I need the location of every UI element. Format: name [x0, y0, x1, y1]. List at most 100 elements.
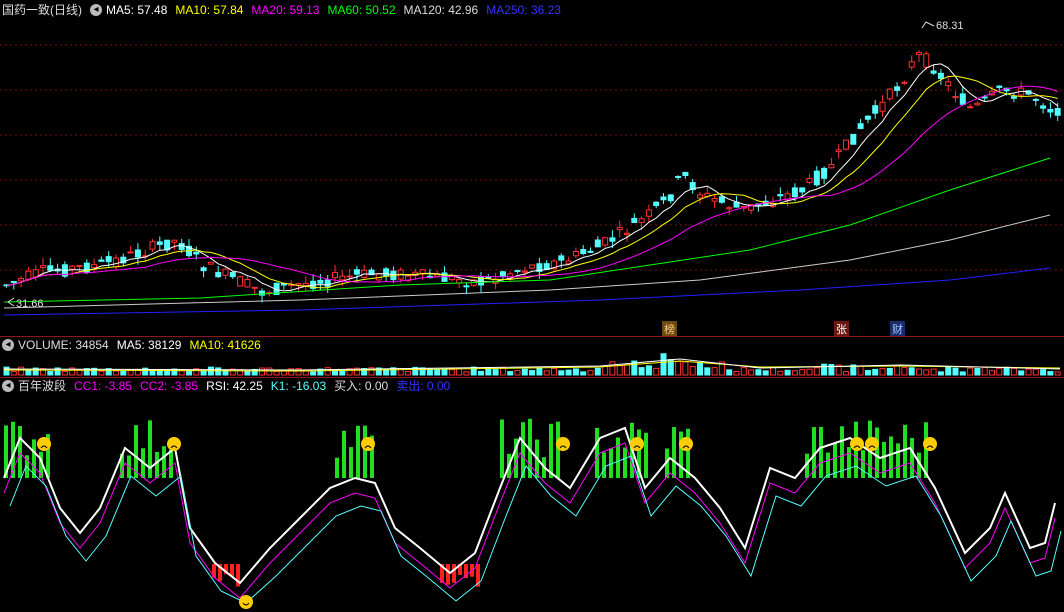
volume-bar [1010, 367, 1017, 376]
candle-body [843, 139, 849, 150]
candle-body [602, 237, 609, 246]
volume-bar [98, 370, 105, 376]
candle-body [872, 105, 879, 114]
volume-bar [616, 365, 623, 376]
volume-bar [448, 369, 455, 376]
signal-bar-green [500, 419, 504, 478]
candle-body [813, 170, 820, 186]
candle-body [945, 81, 952, 86]
signal-bar-green [910, 437, 914, 478]
volume-bar [1003, 366, 1010, 376]
signal-bar-green [342, 430, 346, 478]
candle-body [207, 261, 214, 265]
frown-face-icon [361, 437, 375, 451]
candle-body [1054, 108, 1061, 116]
candle-body [616, 226, 623, 231]
candle-body [193, 251, 200, 255]
volume-bar [61, 370, 68, 376]
volume-bar [434, 369, 441, 376]
volume-bar [894, 364, 901, 376]
volume-bar [755, 369, 762, 376]
event-tag-bang[interactable]: 榜 [662, 321, 677, 337]
candle-body [981, 96, 988, 99]
volume-bar [273, 371, 280, 376]
frown-face-icon [630, 437, 644, 451]
volume-bar [405, 371, 411, 376]
ma250-line [3, 267, 1051, 316]
volume-bar [1018, 370, 1025, 376]
volume-bar [762, 370, 769, 376]
candle-body [791, 187, 798, 198]
volume-bar [543, 370, 550, 376]
volume-bar [463, 371, 470, 376]
candle-body [1032, 98, 1039, 101]
volume-bar [945, 366, 952, 376]
candle-body [682, 171, 689, 176]
candle-body [908, 61, 915, 68]
event-tag-cai[interactable]: 财 [890, 321, 905, 337]
volume-bar [3, 366, 10, 376]
signal-bar-red [446, 564, 450, 585]
candle-body [835, 149, 842, 153]
volume-bar [733, 370, 740, 376]
volume-bar [47, 371, 54, 376]
volume-bar [565, 369, 572, 376]
volume-bar [266, 367, 273, 376]
volume-bar [594, 367, 601, 376]
ma120-line [3, 214, 1051, 309]
event-tag-zhang[interactable]: 张 [834, 321, 849, 337]
candle-body [346, 275, 353, 278]
volume-bar [624, 364, 630, 376]
candle-body [339, 275, 346, 281]
candle-body [200, 267, 207, 272]
signal-bar-green [335, 457, 339, 478]
volume-bar [1032, 368, 1039, 376]
volume-bar [10, 371, 17, 376]
frown-face-icon [679, 437, 693, 451]
volume-bar [1040, 369, 1047, 376]
candle-body [353, 269, 360, 275]
candlestick-chart[interactable] [0, 0, 1064, 336]
volume-bar [536, 367, 543, 376]
volume-bar [1054, 371, 1061, 376]
volume-bar [310, 371, 317, 376]
candle-body [456, 279, 463, 284]
price-pane[interactable]: 国药一致(日线) ◂ MA5: 57.48 MA10: 57.84 MA20: … [0, 0, 1064, 337]
candle-body [1010, 96, 1017, 99]
signal-bar-green [896, 443, 900, 478]
candle-body [91, 264, 98, 268]
volume-bar [324, 367, 331, 376]
volume-bar [580, 371, 587, 376]
volume-bar [156, 370, 163, 376]
candle-body [1040, 105, 1047, 109]
volume-bar [18, 366, 25, 376]
signal-bar-green [356, 425, 360, 478]
candle-body [974, 102, 981, 106]
candle-body [156, 241, 163, 245]
candle-body [558, 255, 565, 261]
volume-chart[interactable] [0, 337, 1064, 377]
indicator-pane[interactable]: ◂ 百年波段 CC1: -3.85 CC2: -3.85 RSI: 42.25 … [0, 378, 1064, 612]
candle-body [383, 268, 390, 277]
ma10-line [6, 75, 1058, 289]
volume-bar [974, 368, 981, 376]
volume-bar [864, 370, 871, 376]
volume-bar [806, 368, 813, 376]
volume-bar [551, 368, 557, 376]
candle-body [134, 249, 141, 258]
signal-bar-green [819, 426, 823, 478]
volume-bar [989, 370, 995, 376]
indicator-chart[interactable] [0, 378, 1064, 612]
candle-body [251, 286, 258, 289]
candle-body [996, 85, 1003, 88]
frown-face-icon [37, 437, 51, 451]
candle-body [587, 250, 594, 253]
volume-pane[interactable]: ◂ VOLUME: 34854 MA5: 38129 MA10: 41626 [0, 337, 1064, 377]
volume-bar [697, 362, 703, 376]
volume-bar [857, 365, 864, 376]
candle-body [149, 241, 156, 250]
candle-body [777, 194, 784, 197]
volume-bar [981, 367, 988, 376]
candle-body [631, 217, 638, 223]
high-marker-icon [921, 21, 935, 29]
